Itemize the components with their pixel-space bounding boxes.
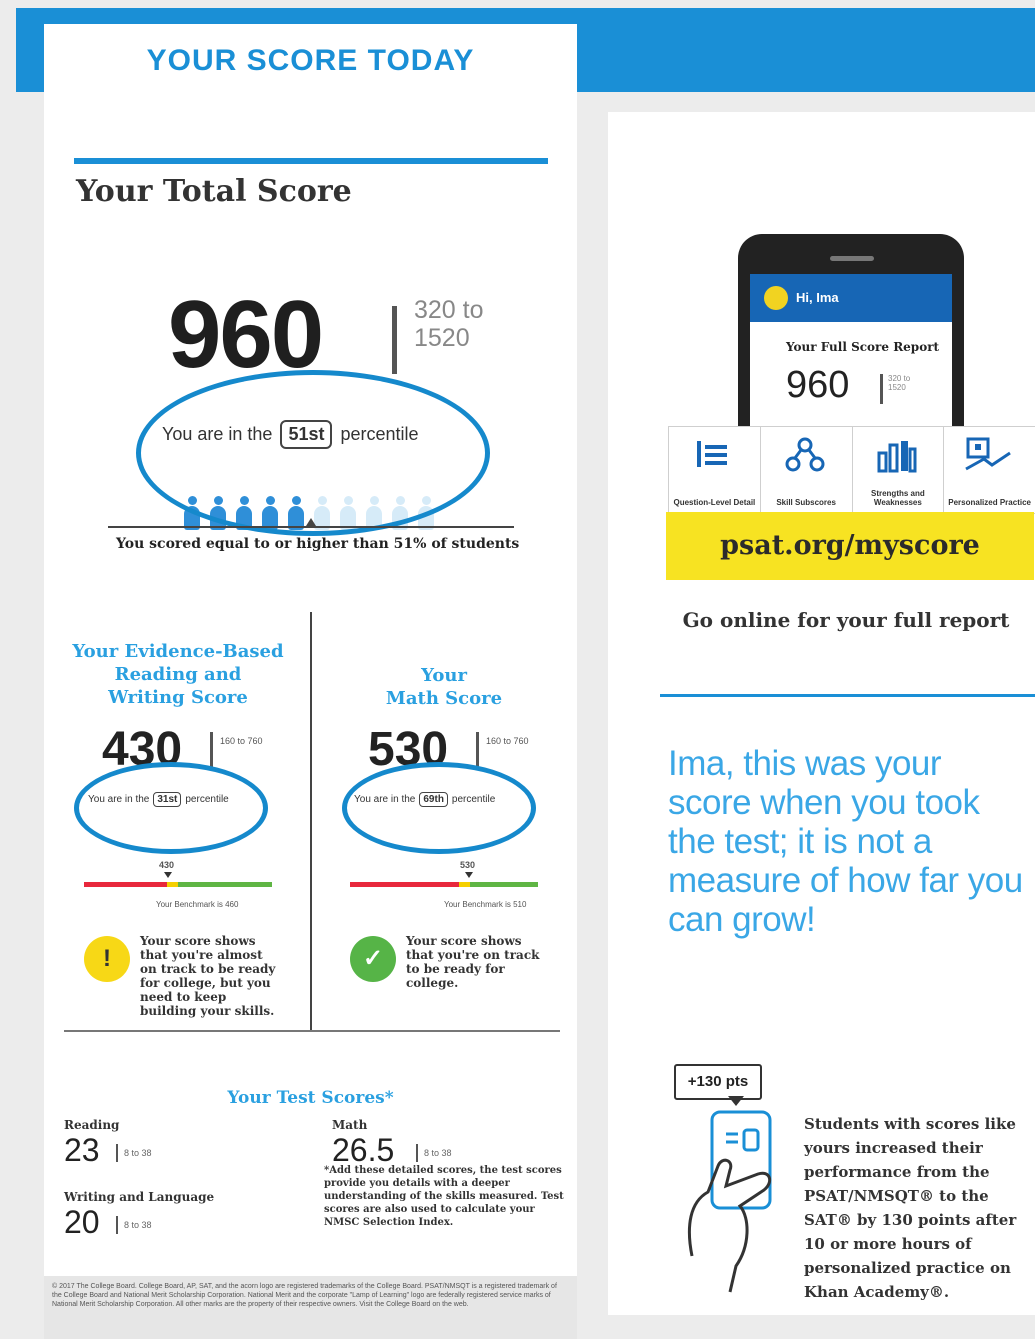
phone-tap-icon <box>687 1110 772 1293</box>
marker-icon <box>465 872 473 878</box>
feature-label: Personalized Practice <box>948 498 1031 507</box>
test-scores-heading: Your Test Scores* <box>227 1088 394 1108</box>
math-marker-label: 530 <box>460 860 476 870</box>
feature-strengths: Strengths and Weaknesses <box>853 427 945 513</box>
go-online-text: Go online for your full report <box>682 608 1010 632</box>
check-icon: ✓ <box>350 936 396 982</box>
warning-icon: ! <box>84 936 130 982</box>
ebrw-range: 160 to 760 <box>220 736 263 746</box>
url-banner[interactable]: psat.org/myscore <box>666 512 1034 580</box>
phone-greeting: Hi, Ima <box>796 290 839 305</box>
hierarchy-icon <box>785 437 825 472</box>
highlight-ellipse <box>342 762 536 854</box>
phone-score: 960 <box>786 364 850 406</box>
marker-icon <box>306 518 316 526</box>
checklist-icon <box>697 441 727 467</box>
phone-range: 320 to 1520 <box>888 374 911 392</box>
khan-academy-text: Students with scores like yours increase… <box>804 1115 1017 1301</box>
ebrw-marker-label: 430 <box>159 860 175 870</box>
avatar <box>764 286 788 310</box>
test-scores-footnote: *Add these detailed scores, the test sco… <box>324 1165 564 1228</box>
phone-illustration: Hi, Ima Your Full Score Report 960 320 t… <box>738 234 964 434</box>
points-badge: +130 pts <box>674 1064 762 1100</box>
reading-label: Reading <box>64 1118 120 1132</box>
feature-question-level: Question-Level Detail <box>669 427 761 513</box>
scale-red <box>350 882 460 887</box>
ebrw-message: Your score shows that you're almost on t… <box>140 934 276 1018</box>
section-divider <box>660 694 1035 697</box>
math-test-range: 8 to 38 <box>424 1148 452 1158</box>
total-range-bottom: 1520 <box>414 324 470 352</box>
legal-text: © 2017 The College Board. College Board,… <box>52 1283 557 1308</box>
score-separator <box>392 306 397 374</box>
ebrw-title-line: Reading and <box>114 664 242 685</box>
writing-label: Writing and Language <box>64 1190 215 1204</box>
scale-yellow <box>166 882 178 887</box>
score-separator <box>116 1216 118 1234</box>
ebrw-title-line: Writing Score <box>108 687 248 708</box>
math-message: Your score shows that you're on track to… <box>406 934 540 990</box>
section-divider <box>64 1030 560 1032</box>
scale-yellow <box>459 882 471 887</box>
scale-green <box>470 882 538 887</box>
math-test-label: Math <box>332 1118 368 1132</box>
score-separator <box>880 374 883 404</box>
score-url-link[interactable]: psat.org/myscore <box>666 530 1034 561</box>
section-divider <box>74 158 548 164</box>
math-range: 160 to 760 <box>486 736 529 746</box>
legal-footer: © 2017 The College Board. College Board,… <box>44 1276 577 1339</box>
math-title: Your Math Score <box>334 664 554 710</box>
math-title-line: Your <box>421 665 467 686</box>
reading-score: 23 <box>64 1132 100 1168</box>
people-baseline <box>108 526 514 528</box>
math-separator <box>476 732 479 768</box>
bar-chart-icon <box>877 441 916 473</box>
phone-speaker <box>830 256 874 261</box>
total-range: 320 to 1520 <box>414 296 484 352</box>
page-title: YOUR SCORE TODAY <box>146 44 475 77</box>
feature-practice: Personalized Practice <box>944 427 1035 513</box>
scale-green <box>177 882 272 887</box>
column-divider <box>310 612 312 1032</box>
writing-score: 20 <box>64 1204 100 1240</box>
report-features-row: Question-Level Detail Skill Subscores St… <box>668 426 1035 514</box>
feature-skill-subscores: Skill Subscores <box>761 427 853 513</box>
math-benchmark-scale <box>350 882 538 887</box>
highlight-ellipse <box>136 370 490 536</box>
marker-icon <box>164 872 172 878</box>
total-caption: You scored equal to or higher than 51% o… <box>116 536 520 552</box>
score-panel: YOUR SCORE TODAY Your Total Score 960 32… <box>44 24 577 1339</box>
ebrw-benchmark-scale <box>84 882 272 887</box>
banner-notch <box>577 24 611 92</box>
highlight-ellipse <box>74 762 268 854</box>
score-separator <box>116 1144 118 1162</box>
ebrw-title-line: Your Evidence-Based <box>72 641 284 662</box>
ebrw-separator <box>210 732 213 768</box>
phone-header: Hi, Ima <box>750 274 952 322</box>
ebrw-benchmark-label: Your Benchmark is 460 <box>156 900 239 909</box>
feature-label: Question-Level Detail <box>673 498 756 507</box>
math-benchmark-label: Your Benchmark is 510 <box>444 900 527 909</box>
writing-range: 8 to 38 <box>124 1220 152 1230</box>
feature-label: Strengths and Weaknesses <box>870 489 925 507</box>
score-separator <box>416 1144 418 1162</box>
phone-report-title: Your Full Score Report <box>786 340 940 354</box>
scale-red <box>84 882 167 887</box>
encouragement-message: Ima, this was your score when you took t… <box>668 744 1023 939</box>
practice-icon <box>965 437 1012 471</box>
total-score-heading: Your Total Score <box>76 174 352 209</box>
math-title-line: Math Score <box>385 688 503 709</box>
total-range-top: 320 to <box>414 296 484 324</box>
feature-label: Skill Subscores <box>776 498 836 507</box>
ebrw-title: Your Evidence-Based Reading and Writing … <box>64 640 292 709</box>
badge-pointer <box>728 1096 744 1106</box>
phone-screen: Hi, Ima Your Full Score Report 960 320 t… <box>750 274 952 434</box>
reading-range: 8 to 38 <box>124 1148 152 1158</box>
